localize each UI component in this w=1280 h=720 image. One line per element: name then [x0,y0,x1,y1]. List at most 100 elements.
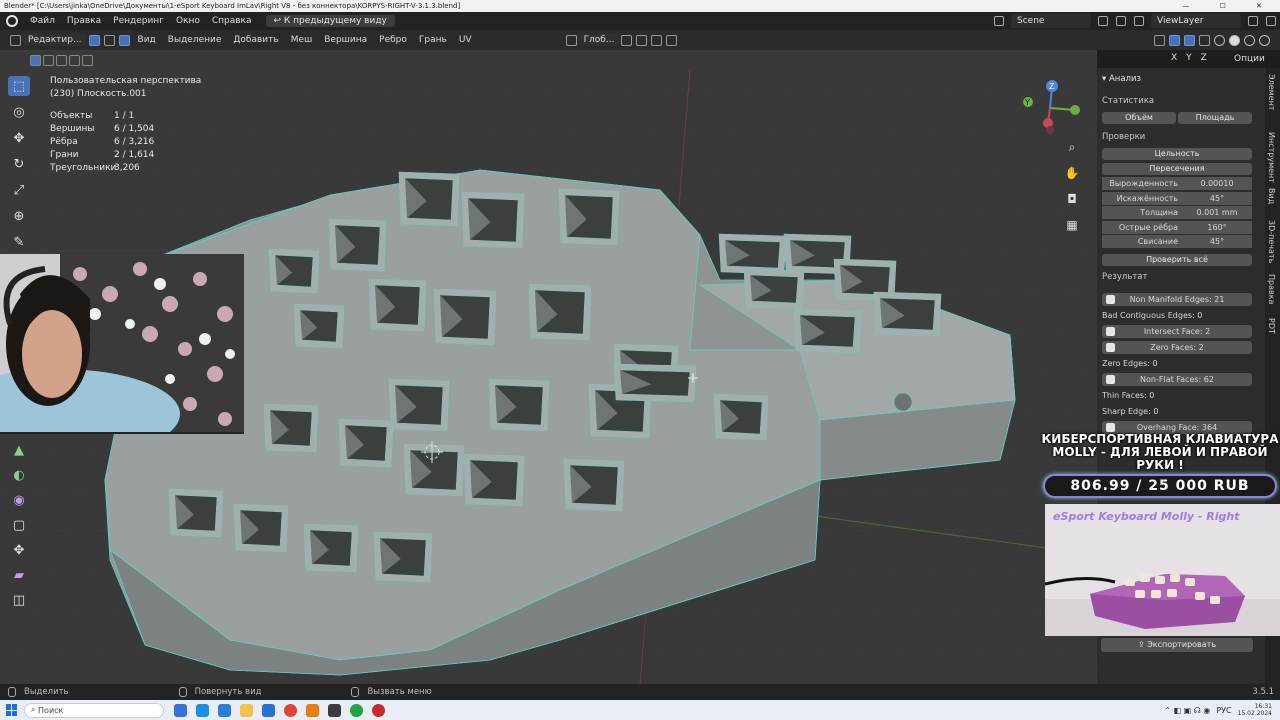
tab-tool[interactable]: Инструмент [1267,132,1276,183]
delete-view-layer-icon[interactable] [1266,16,1276,26]
delete-scene-icon[interactable] [1116,16,1126,26]
menu-render[interactable]: Рендеринг [107,16,170,26]
pivot-icon[interactable] [621,34,633,46]
scale-tool-icon[interactable]: ⤢ [8,180,30,200]
knife-tool-icon[interactable]: ✥ [8,540,30,560]
whatsapp-icon[interactable] [350,703,363,717]
windows-start-icon[interactable] [6,704,18,716]
vertex-select-icon[interactable] [88,34,100,46]
back-to-previous-button[interactable]: ↩ К предыдущему виду [265,15,395,27]
menu-edge[interactable]: Ребро [373,35,413,45]
rotate-tool-icon[interactable]: ↻ [8,154,30,174]
cursor-tool-icon[interactable]: ◎ [8,102,30,122]
recorder-icon[interactable] [372,703,385,717]
clock[interactable]: 16:31 15.02.2024 [1238,703,1272,717]
mode-dropdown[interactable]: Редактир... [23,34,87,46]
visibility-icon[interactable] [1154,34,1165,46]
menu-mesh[interactable]: Меш [285,35,319,45]
volume-button[interactable]: Объём [1102,112,1176,124]
result-non-manifold[interactable]: Non Manifold Edges: 21 [1102,293,1252,306]
export-button[interactable]: ⇪ Экспортировать [1101,638,1253,652]
language-indicator[interactable]: РУС [1216,706,1231,715]
inset-tool-icon[interactable]: ◐ [8,465,30,485]
select-mode-new-icon[interactable] [30,54,41,66]
poly-build-tool-icon[interactable]: ▰ [8,565,30,585]
thickness-field[interactable]: Толщина 0.001 mm [1102,206,1252,219]
tab-edit[interactable]: Правка [1267,274,1276,304]
snap-target-icon[interactable] [651,34,663,46]
check-all-button[interactable]: Проверить всё [1102,254,1252,266]
select-box-tool-icon[interactable]: ⬚ [8,76,30,96]
distort-field[interactable]: Искажённость 45° [1102,192,1252,205]
mirror-axis-x[interactable]: X [1168,53,1180,63]
taskbar-search[interactable]: ⌕ Поиск [24,702,164,718]
degenerate-field[interactable]: Вырожденность 0.00010 [1102,177,1252,190]
move-tool-icon[interactable]: ✥ [8,128,30,148]
menu-file[interactable]: Файл [24,16,61,26]
xray-toggle-icon[interactable] [1199,34,1210,46]
overlay-toggle-icon[interactable] [1184,34,1195,46]
gizmo-neg-y-axis[interactable] [1070,105,1080,115]
menu-vertex[interactable]: Вершина [318,35,373,45]
menu-edit[interactable]: Правка [61,16,107,26]
menu-view[interactable]: Вид [132,35,162,45]
menu-select[interactable]: Выделение [162,35,228,45]
pan-hand-icon[interactable]: ✋ [1062,166,1082,184]
gizmo-toggle-icon[interactable] [1169,34,1180,46]
tab-item[interactable]: Элемент [1267,74,1276,110]
obs-icon[interactable] [328,703,341,717]
shading-rendered-icon[interactable] [1259,34,1270,46]
zoom-icon[interactable]: ⌕ [1062,140,1082,158]
gizmo-neg-x-axis[interactable] [1046,126,1054,134]
mirror-axis-z[interactable]: Z [1198,53,1210,63]
blender-logo-icon[interactable] [6,15,18,27]
shading-wireframe-icon[interactable] [1214,34,1225,46]
menu-window[interactable]: Окно [170,16,206,26]
new-scene-icon[interactable] [1098,16,1108,26]
select-mode-subtract-icon[interactable] [56,54,67,66]
result-intersect-face[interactable]: Intersect Face: 2 [1102,325,1252,338]
snap-icon[interactable] [636,34,648,46]
tab-3d-print[interactable]: 3D-печать [1267,220,1276,263]
new-view-layer-icon[interactable] [1248,16,1258,26]
tray-icons[interactable]: ⌃ ◧ ▣ ☊ ◉ [1164,706,1210,715]
mail-icon[interactable] [218,703,231,717]
extrude-tool-icon[interactable]: ▲ [8,440,30,460]
select-mode-extend-icon[interactable] [43,54,54,66]
panel-header[interactable]: ▾ Анализ [1102,74,1141,84]
mirror-axis-y[interactable]: Y [1183,53,1195,63]
tab-view[interactable]: Вид [1267,188,1276,204]
bevel-tool-icon[interactable]: ◉ [8,490,30,510]
annotate-tool-icon[interactable]: ✎ [8,232,30,252]
intersections-button[interactable]: Пересечения [1102,163,1252,175]
perspective-grid-icon[interactable]: ▦ [1062,218,1082,236]
face-select-icon[interactable] [118,34,130,46]
options-dropdown[interactable]: Опции [1234,54,1265,64]
result-zero-faces[interactable]: Zero Faces: 2 [1102,341,1252,354]
scene-field[interactable]: Scene [1011,14,1091,28]
loop-cut-tool-icon[interactable]: ▢ [8,515,30,535]
overhang-field[interactable]: Свисание 45° [1102,235,1252,248]
window-controls[interactable]: — ☐ ✕ [1182,0,1276,12]
area-button[interactable]: Площадь [1178,112,1252,124]
navigation-gizmo[interactable]: Z Y [1020,78,1090,148]
shading-material-icon[interactable] [1244,34,1255,46]
edge-browser-icon[interactable] [196,703,209,717]
spin-tool-icon[interactable]: ◫ [8,590,30,610]
integrity-button[interactable]: Цельность [1102,148,1252,160]
chrome-icon[interactable] [284,703,297,717]
store-icon[interactable] [262,703,275,717]
select-mode-invert-icon[interactable] [69,54,80,66]
shading-solid-icon[interactable] [1229,34,1240,46]
blender-taskbar-icon[interactable] [306,703,319,717]
result-non-flat-faces[interactable]: Non-Flat Faces: 62 [1102,373,1252,386]
menu-face[interactable]: Грань [413,35,453,45]
editor-type-icon[interactable] [10,34,21,46]
transform-orientation-dropdown[interactable]: Глоб... [578,34,620,46]
camera-icon[interactable]: ◘ [1062,192,1082,210]
transform-tool-icon[interactable]: ⊕ [8,206,30,226]
proportional-edit-icon[interactable] [666,34,678,46]
task-view-icon[interactable] [174,703,187,717]
menu-add[interactable]: Добавить [227,35,284,45]
file-explorer-icon[interactable] [240,703,253,717]
